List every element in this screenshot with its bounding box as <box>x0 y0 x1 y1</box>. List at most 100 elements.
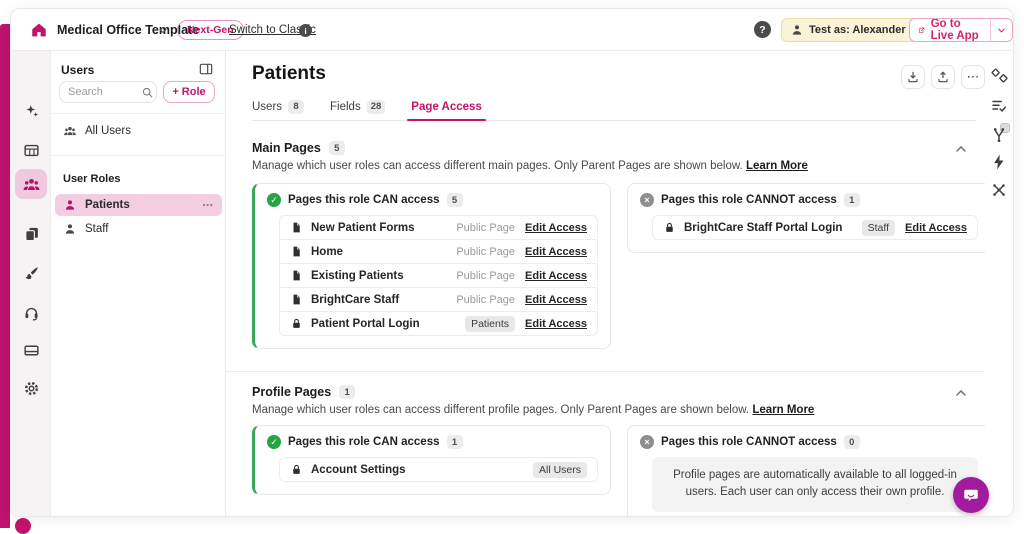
tab-users[interactable]: Users 8 <box>252 95 304 120</box>
chat-launcher-button[interactable] <box>953 477 989 513</box>
page-visibility-label: Public Page <box>456 222 515 234</box>
tab-count-badge: 8 <box>288 100 304 114</box>
right-tool-rail <box>983 51 1013 516</box>
users-icon[interactable] <box>19 172 43 196</box>
sidebar-item-role-patients[interactable]: Patients ⋯ <box>55 194 222 216</box>
page-visibility-label: Public Page <box>456 270 515 282</box>
edit-access-link[interactable]: Edit Access <box>525 294 587 306</box>
page-access-row: BrightCare StaffPublic PageEdit Access <box>279 287 598 312</box>
more-options-button[interactable]: ⋯ <box>961 65 985 89</box>
user-roles-heading: User Roles <box>63 173 120 185</box>
person-icon <box>63 222 77 236</box>
themes-icon[interactable] <box>990 67 1008 85</box>
can-access-card: ✓ Pages this role CAN access 5 New Patie… <box>252 183 611 349</box>
settings-gear-icon[interactable] <box>19 376 43 400</box>
edit-access-link[interactable]: Edit Access <box>525 222 587 234</box>
card-title: Pages this role CANNOT access <box>661 194 837 206</box>
section-profile-pages: Profile Pages 1 Manage which user roles … <box>252 385 985 416</box>
sidebar-item-all-users[interactable]: All Users <box>55 119 222 143</box>
support-headset-icon[interactable] <box>19 301 43 325</box>
edit-access-link[interactable]: Edit Access <box>525 246 587 258</box>
section-title: Main Pages <box>252 141 321 155</box>
integrations-icon[interactable] <box>990 181 1008 199</box>
card-title: Pages this role CAN access <box>288 436 440 448</box>
add-role-button[interactable]: + Role <box>163 81 215 103</box>
app-window: Medical Office Template Next-Gen Switch … <box>10 8 1014 517</box>
info-icon: i <box>299 24 312 37</box>
search-icon <box>141 86 154 99</box>
sidebar-item-role-staff[interactable]: Staff <box>55 218 222 240</box>
sparkles-icon[interactable] <box>19 99 43 123</box>
cannot-access-card: × Pages this role CANNOT access 1 Bright… <box>627 183 985 253</box>
page-name: Account Settings <box>311 464 406 476</box>
go-to-live-app-button[interactable]: Go to Live App <box>909 18 1013 42</box>
chevron-down-icon[interactable] <box>990 19 1012 41</box>
main-content: Patients ⋯ Users 8 Fields 28 Page Access… <box>226 51 985 516</box>
page-title: Patients <box>252 63 326 85</box>
profile-pages-note: Profile pages are automatically availabl… <box>652 457 978 512</box>
edit-access-link[interactable]: Edit Access <box>525 318 587 330</box>
section-subtitle: Manage which user roles can access diffe… <box>252 160 743 172</box>
section-count-badge: 5 <box>329 141 345 155</box>
divider <box>51 155 225 156</box>
page-icon <box>290 269 303 282</box>
page-access-row: Account Settings All Users <box>279 457 598 482</box>
left-nav-rail <box>11 51 51 516</box>
table-icon[interactable] <box>19 138 43 162</box>
can-access-card: ✓ Pages this role CAN access 1 Account S… <box>252 425 611 495</box>
page-icon <box>290 221 303 234</box>
page-icon <box>290 293 303 306</box>
collapse-panel-icon[interactable] <box>198 61 216 79</box>
page-name: New Patient Forms <box>311 222 415 234</box>
download-button[interactable] <box>901 65 925 89</box>
role-badge: Patients <box>465 316 515 332</box>
check-icon: ✓ <box>267 193 281 207</box>
lock-icon <box>663 221 676 234</box>
edit-access-link[interactable]: Edit Access <box>905 222 967 234</box>
tab-fields[interactable]: Fields 28 <box>330 95 385 120</box>
list-check-icon[interactable] <box>990 97 1008 115</box>
page-name: BrightCare Staff Portal Login <box>684 222 842 234</box>
section-count-badge: 1 <box>339 385 355 399</box>
upload-button[interactable] <box>931 65 955 89</box>
learn-more-link[interactable]: Learn More <box>746 160 808 172</box>
role-name: Staff <box>85 223 108 235</box>
role-options-icon[interactable]: ⋯ <box>202 199 214 212</box>
go-to-live-app-label: Go to Live App <box>931 18 982 42</box>
page-name: Patient Portal Login <box>311 318 420 330</box>
home-icon[interactable] <box>27 18 51 42</box>
page-icon <box>290 245 303 258</box>
card-count-badge: 1 <box>447 435 463 449</box>
lightning-icon[interactable] <box>990 153 1008 171</box>
paintbrush-icon[interactable] <box>19 261 43 285</box>
role-badge: All Users <box>533 462 587 478</box>
card-title: Pages this role CAN access <box>288 194 440 206</box>
edit-access-link[interactable]: Edit Access <box>525 270 587 282</box>
page-visibility-label: Public Page <box>456 246 515 258</box>
lock-icon <box>290 317 303 330</box>
divider <box>51 113 225 114</box>
desktop-logo-dot <box>15 518 31 534</box>
cross-icon: × <box>640 435 654 449</box>
page-access-row: New Patient Forms Public Page Edit Access <box>279 215 598 240</box>
learn-more-link[interactable]: Learn More <box>752 404 814 416</box>
tab-bar: Users 8 Fields 28 Page Access <box>252 95 976 121</box>
chevron-up-icon[interactable] <box>953 385 969 401</box>
all-users-icon <box>63 124 77 138</box>
top-bar: Medical Office Template Next-Gen Switch … <box>11 9 1013 51</box>
chevron-up-icon[interactable] <box>953 141 969 157</box>
card-count-badge: 0 <box>844 435 860 449</box>
tab-page-access[interactable]: Page Access <box>411 95 482 120</box>
banner-icon[interactable] <box>19 338 43 362</box>
check-icon: ✓ <box>267 435 281 449</box>
users-panel: Users + Role All Users User Roles Patien… <box>51 51 226 516</box>
all-users-label: All Users <box>85 125 131 137</box>
chevron-down-icon[interactable] <box>157 25 169 37</box>
section-divider <box>226 371 985 372</box>
page-name: BrightCare Staff <box>311 294 399 306</box>
help-icon[interactable]: ? <box>754 21 771 38</box>
users-panel-title: Users <box>61 63 94 77</box>
section-subtitle: Manage which user roles can access diffe… <box>252 404 749 416</box>
pages-icon[interactable] <box>19 221 43 245</box>
branch-icon[interactable] <box>990 125 1008 143</box>
